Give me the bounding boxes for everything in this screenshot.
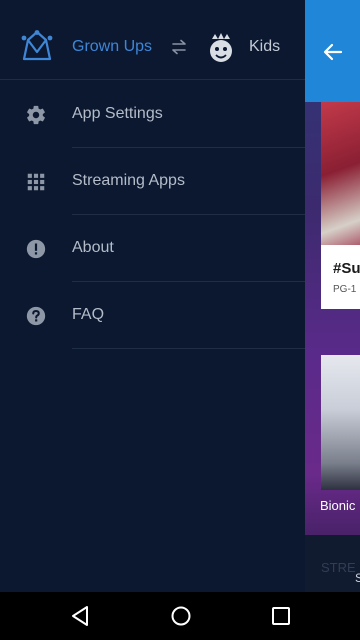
nav-recents-icon[interactable] [271, 606, 291, 626]
gear-icon [27, 105, 45, 125]
system-nav-bar [0, 592, 360, 640]
main-content: #Su PG-1 Bionic STRE S [305, 0, 360, 592]
menu-item-label: Streaming Apps [72, 172, 185, 189]
card-title: #Su [333, 260, 360, 277]
card-thumbnail [321, 102, 360, 245]
menu-item-faq[interactable]: FAQ [0, 282, 305, 349]
back-arrow-icon[interactable] [323, 42, 343, 62]
menu-item-label: FAQ [72, 306, 105, 323]
question-icon [26, 306, 46, 326]
card-title: Bionic [320, 498, 356, 513]
divider [72, 348, 305, 349]
menu-item-label: About [72, 239, 114, 256]
grid-icon [27, 173, 45, 191]
app-bar [305, 0, 360, 102]
info-exclamation-icon [26, 239, 46, 259]
menu-item-label: App Settings [72, 105, 163, 122]
profile-switcher: Grown Ups Kids [0, 0, 305, 80]
nav-home-icon[interactable] [170, 605, 192, 627]
kids-avatar-icon[interactable] [206, 30, 236, 64]
card-rating: PG-1 [333, 284, 357, 295]
card-label: STRE [321, 560, 356, 575]
navigation-drawer: Grown Ups Kids App Settings Streaming Ap… [0, 0, 305, 592]
nav-back-icon[interactable] [70, 605, 90, 627]
card-text: S [355, 571, 360, 585]
content-card-thumbnail[interactable] [321, 355, 360, 490]
swap-arrows-icon[interactable] [170, 38, 188, 56]
menu-item-app-settings[interactable]: App Settings [0, 81, 305, 148]
content-card[interactable]: STRE S [305, 535, 360, 592]
crown-logo-icon[interactable] [20, 30, 54, 62]
menu-item-about[interactable]: About [0, 215, 305, 282]
content-card[interactable]: #Su PG-1 [321, 102, 360, 309]
kids-profile[interactable]: Kids [249, 38, 280, 56]
menu-item-streaming-apps[interactable]: Streaming Apps [0, 148, 305, 215]
grown-ups-profile[interactable]: Grown Ups [72, 38, 152, 56]
